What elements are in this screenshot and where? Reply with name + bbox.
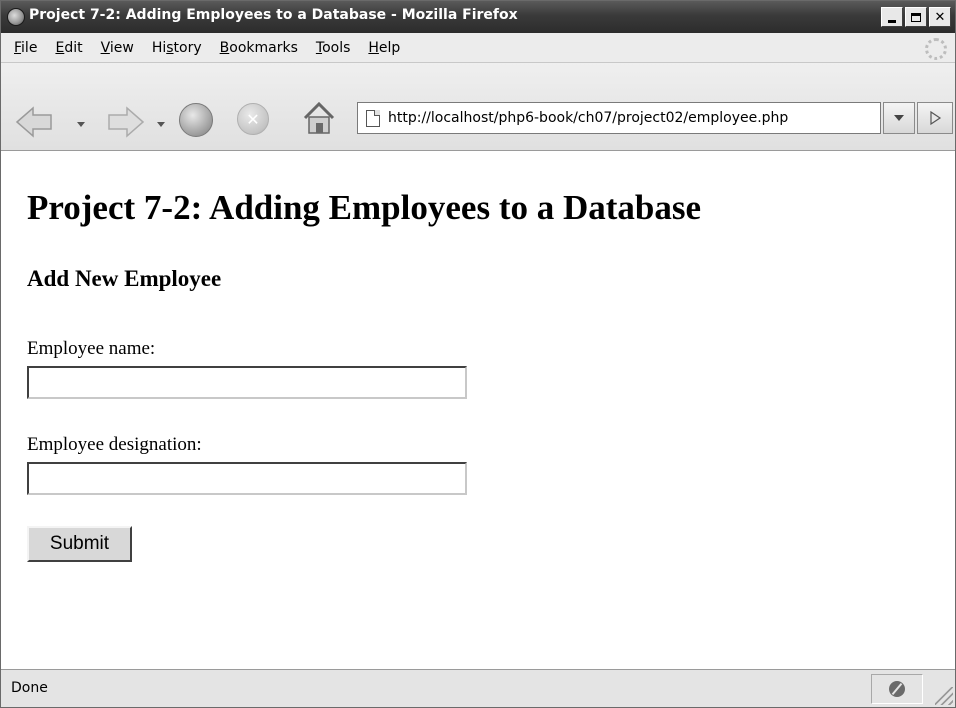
status-bar: Done xyxy=(1,669,955,707)
url-text[interactable]: http://localhost/php6-book/ch07/project0… xyxy=(388,110,788,126)
employee-name-input[interactable] xyxy=(27,366,467,399)
status-panel[interactable] xyxy=(871,674,923,704)
reload-icon[interactable] xyxy=(179,103,213,137)
navigation-toolbar: ✕ http://localhost/php6-book/ch07/projec… xyxy=(1,63,955,151)
menu-view[interactable]: View xyxy=(92,40,143,56)
blocked-icon xyxy=(889,681,905,697)
back-icon[interactable] xyxy=(15,106,59,138)
go-button[interactable] xyxy=(917,102,953,134)
employee-designation-label: Employee designation: xyxy=(27,434,202,455)
close-icon: ✕ xyxy=(934,9,946,25)
menu-bar: File Edit View History Bookmarks Tools H… xyxy=(1,33,955,63)
menu-edit[interactable]: Edit xyxy=(46,40,91,56)
menu-tools[interactable]: Tools xyxy=(307,40,360,56)
employee-designation-input[interactable] xyxy=(27,462,467,495)
maximize-icon xyxy=(911,12,921,22)
go-icon xyxy=(930,110,942,126)
firefox-icon xyxy=(7,8,25,26)
menu-help[interactable]: Help xyxy=(359,40,409,56)
forward-icon[interactable] xyxy=(101,106,145,138)
window-controls: ✕ xyxy=(881,7,951,27)
employee-name-label: Employee name: xyxy=(27,338,156,359)
forward-dropdown-icon[interactable] xyxy=(157,122,165,127)
home-icon[interactable] xyxy=(301,100,337,136)
menu-file[interactable]: File xyxy=(5,40,46,56)
page-title: Project 7-2: Adding Employees to a Datab… xyxy=(27,188,702,227)
close-button[interactable]: ✕ xyxy=(929,7,951,27)
window-title: Project 7-2: Adding Employees to a Datab… xyxy=(29,7,518,23)
section-title: Add New Employee xyxy=(27,266,222,291)
submit-button[interactable]: Submit xyxy=(27,526,132,562)
page-content: Project 7-2: Adding Employees to a Datab… xyxy=(1,152,955,667)
menu-bookmarks[interactable]: Bookmarks xyxy=(211,40,307,56)
minimize-button[interactable] xyxy=(881,7,903,27)
browser-window: Project 7-2: Adding Employees to a Datab… xyxy=(0,0,956,708)
stop-icon[interactable]: ✕ xyxy=(237,103,269,135)
title-bar: Project 7-2: Adding Employees to a Datab… xyxy=(1,1,955,33)
back-dropdown-icon[interactable] xyxy=(77,122,85,127)
dropdown-icon xyxy=(894,115,904,121)
resize-grip-icon[interactable] xyxy=(935,687,953,705)
minimize-icon xyxy=(888,19,896,23)
page-icon xyxy=(366,109,380,127)
url-dropdown-button[interactable] xyxy=(883,102,915,134)
status-text: Done xyxy=(11,680,48,696)
menu-history[interactable]: History xyxy=(143,40,211,56)
throbber-icon xyxy=(925,38,947,60)
address-bar[interactable]: http://localhost/php6-book/ch07/project0… xyxy=(357,102,881,134)
maximize-button[interactable] xyxy=(905,7,927,27)
